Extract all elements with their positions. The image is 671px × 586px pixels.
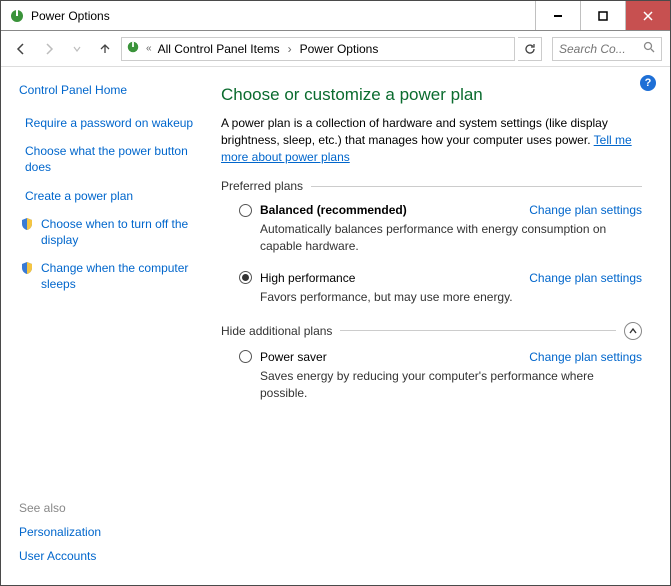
plan-name[interactable]: Balanced (recommended) (260, 203, 529, 217)
plan-description: Automatically balances performance with … (260, 221, 642, 255)
breadcrumb[interactable]: « All Control Panel Items Power Options (121, 37, 515, 61)
minimize-button[interactable] (535, 1, 580, 30)
sidebar-link[interactable]: Change when the computer sleeps (41, 260, 201, 292)
sidebar-task-list: Require a password on wakeup Choose what… (19, 115, 201, 293)
power-options-icon (126, 40, 140, 57)
recent-dropdown[interactable] (65, 37, 89, 61)
main-panel: Choose or customize a power plan A power… (211, 67, 670, 585)
section-label: Hide additional plans (221, 324, 332, 338)
see-also-user-accounts[interactable]: User Accounts (19, 549, 201, 563)
help-icon[interactable]: ? (640, 75, 656, 91)
sidebar-link[interactable]: Require a password on wakeup (25, 115, 193, 131)
control-panel-home-link[interactable]: Control Panel Home (19, 83, 201, 97)
window-controls (535, 1, 670, 30)
sidebar-item-require-password[interactable]: Require a password on wakeup (19, 115, 201, 131)
sidebar-item-power-button[interactable]: Choose what the power button does (19, 143, 201, 175)
plan-description: Favors performance, but may use more ene… (260, 289, 642, 306)
preferred-plans-heading: Preferred plans (221, 179, 642, 193)
chevron-right-icon (284, 42, 296, 56)
plan-power-saver: Power saver Change plan settings Saves e… (239, 350, 642, 402)
change-plan-settings-link[interactable]: Change plan settings (529, 203, 642, 217)
titlebar: Power Options (1, 1, 670, 31)
power-options-window: Power Options « All Control Panel Items … (0, 0, 671, 586)
refresh-button[interactable] (518, 37, 542, 61)
divider (311, 186, 642, 187)
hide-additional-plans-heading[interactable]: Hide additional plans (221, 322, 642, 340)
sidebar-item-computer-sleeps[interactable]: Change when the computer sleeps (19, 260, 201, 292)
plan-description: Saves energy by reducing your computer's… (260, 368, 642, 402)
description-text: A power plan is a collection of hardware… (221, 116, 608, 147)
power-options-icon (9, 8, 25, 24)
navbar: « All Control Panel Items Power Options (1, 31, 670, 67)
radio-power-saver[interactable] (239, 350, 252, 363)
plan-name[interactable]: High performance (260, 271, 529, 285)
forward-button[interactable] (37, 37, 61, 61)
plan-name[interactable]: Power saver (260, 350, 529, 364)
shield-icon (19, 260, 35, 276)
see-also-personalization[interactable]: Personalization (19, 525, 201, 539)
sidebar-link[interactable]: Choose when to turn off the display (41, 216, 201, 248)
window-title: Power Options (31, 9, 535, 23)
chevron-up-icon[interactable] (624, 322, 642, 340)
search-icon (643, 41, 655, 56)
radio-high-performance[interactable] (239, 271, 252, 284)
page-title: Choose or customize a power plan (221, 85, 642, 105)
chevron-left-icon: « (144, 43, 154, 54)
breadcrumb-item[interactable]: All Control Panel Items (158, 42, 280, 56)
sidebar: Control Panel Home Require a password on… (1, 67, 211, 585)
see-also-section: See also Personalization User Accounts (19, 501, 201, 573)
see-also-heading: See also (19, 501, 201, 515)
plan-balanced: Balanced (recommended) Change plan setti… (239, 203, 642, 255)
maximize-button[interactable] (580, 1, 625, 30)
search-box[interactable] (552, 37, 662, 61)
section-label: Preferred plans (221, 179, 303, 193)
change-plan-settings-link[interactable]: Change plan settings (529, 350, 642, 364)
breadcrumb-item[interactable]: Power Options (300, 42, 379, 56)
sidebar-link[interactable]: Choose what the power button does (25, 143, 201, 175)
up-button[interactable] (93, 37, 117, 61)
divider (340, 330, 616, 331)
content-area: ? Control Panel Home Require a password … (1, 67, 670, 585)
close-button[interactable] (625, 1, 670, 30)
sidebar-link[interactable]: Create a power plan (25, 188, 133, 204)
plan-high-performance: High performance Change plan settings Fa… (239, 271, 642, 306)
page-description: A power plan is a collection of hardware… (221, 115, 642, 165)
radio-balanced[interactable] (239, 204, 252, 217)
shield-icon (19, 216, 35, 232)
change-plan-settings-link[interactable]: Change plan settings (529, 271, 642, 285)
sidebar-item-turn-off-display[interactable]: Choose when to turn off the display (19, 216, 201, 248)
search-input[interactable] (559, 42, 643, 56)
sidebar-item-create-plan[interactable]: Create a power plan (19, 188, 201, 204)
back-button[interactable] (9, 37, 33, 61)
